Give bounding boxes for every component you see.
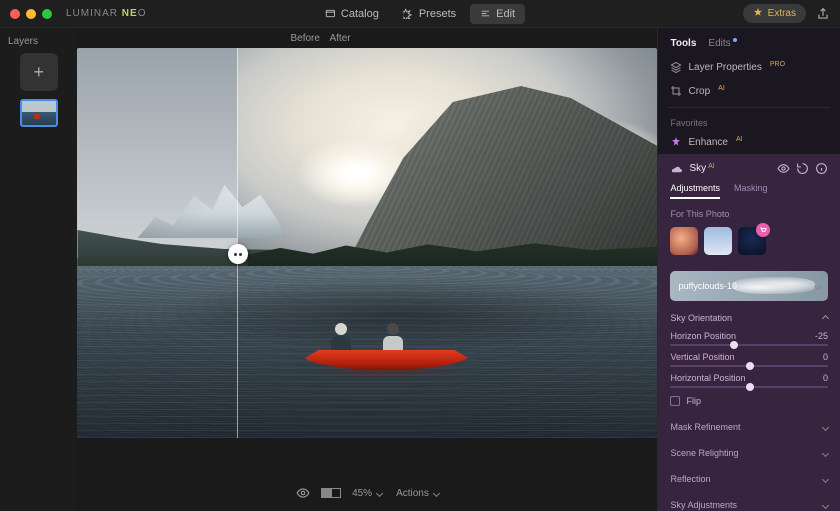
layers-title: Layers bbox=[8, 36, 38, 47]
chevron-down-icon bbox=[814, 282, 821, 289]
close-window-button[interactable] bbox=[10, 9, 20, 19]
compare-toggle-button[interactable] bbox=[324, 486, 338, 500]
subtab-adjustments[interactable]: Adjustments bbox=[670, 183, 720, 199]
slider-horizontal-position: Horizontal Position0 bbox=[658, 369, 840, 390]
ai-badge: AI bbox=[718, 85, 725, 92]
slider-horizon-position: Horizon Position-25 bbox=[658, 327, 840, 348]
subtab-masking[interactable]: Masking bbox=[734, 183, 768, 199]
zoom-dropdown[interactable]: 45% bbox=[352, 488, 382, 499]
chevron-down-icon bbox=[822, 475, 829, 482]
chevron-down-icon bbox=[822, 501, 829, 508]
image-canvas[interactable] bbox=[77, 48, 657, 438]
app-brand: LUMINAR NEO bbox=[66, 8, 146, 19]
top-nav: Catalog Presets Edit bbox=[315, 4, 525, 24]
nav-edit-label: Edit bbox=[496, 8, 515, 20]
layer-thumb-1[interactable] bbox=[20, 99, 58, 127]
edit-icon bbox=[480, 8, 491, 19]
canoe-graphic bbox=[301, 324, 471, 370]
chevron-down-icon bbox=[376, 489, 383, 496]
tab-edits[interactable]: Edits bbox=[708, 38, 736, 49]
slider-track[interactable] bbox=[670, 386, 828, 388]
actions-dropdown[interactable]: Actions bbox=[396, 488, 439, 499]
nav-edit[interactable]: Edit bbox=[470, 4, 525, 24]
layers-panel: Layers + bbox=[0, 28, 77, 511]
tab-tools[interactable]: Tools bbox=[670, 38, 696, 49]
maximize-window-button[interactable] bbox=[42, 9, 52, 19]
edits-indicator-dot bbox=[733, 38, 737, 42]
slider-track[interactable] bbox=[670, 365, 828, 367]
flip-checkbox[interactable] bbox=[670, 396, 680, 406]
panel-tabs: Tools Edits bbox=[658, 28, 840, 55]
crop-icon bbox=[670, 85, 682, 97]
titlebar: LUMINAR NEO Catalog Presets Edit Extras bbox=[0, 0, 840, 28]
tool-enhance[interactable]: EnhanceAI bbox=[658, 130, 840, 154]
extras-button[interactable]: Extras bbox=[743, 4, 806, 23]
flip-checkbox-row: Flip bbox=[658, 390, 840, 414]
after-label: After bbox=[329, 33, 350, 44]
nav-presets[interactable]: Presets bbox=[393, 4, 466, 24]
extras-label: Extras bbox=[768, 8, 796, 19]
tool-crop[interactable]: CropAI bbox=[658, 79, 840, 103]
minimize-window-button[interactable] bbox=[26, 9, 36, 19]
for-this-photo-label: For This Photo bbox=[658, 205, 840, 221]
sky-icon bbox=[670, 162, 683, 175]
section-sky-adjustments[interactable]: Sky Adjustments bbox=[658, 492, 840, 511]
nav-catalog-label: Catalog bbox=[341, 8, 379, 20]
section-mask-refinement[interactable]: Mask Refinement bbox=[658, 414, 840, 440]
chevron-up-icon bbox=[822, 314, 829, 321]
favorites-heading: Favorites bbox=[658, 112, 840, 130]
canvas-toolbar: 45% Actions bbox=[77, 475, 657, 511]
enhance-icon bbox=[670, 136, 682, 148]
pro-badge: PRO bbox=[770, 61, 785, 68]
sky-selection-dropdown[interactable]: puffyclouds-10 bbox=[670, 271, 828, 301]
sky-preset-2[interactable] bbox=[704, 227, 732, 255]
slider-track[interactable] bbox=[670, 344, 828, 346]
chevron-down-icon bbox=[433, 489, 440, 496]
sky-title: SkyAI bbox=[689, 163, 771, 174]
sky-preset-3[interactable] bbox=[738, 227, 766, 255]
ai-badge: AI bbox=[736, 136, 743, 143]
share-button[interactable] bbox=[816, 7, 830, 21]
section-scene-relighting[interactable]: Scene Relighting bbox=[658, 440, 840, 466]
extras-icon bbox=[753, 7, 763, 20]
chevron-down-icon bbox=[822, 423, 829, 430]
visibility-toggle-icon[interactable] bbox=[777, 162, 790, 175]
nav-presets-label: Presets bbox=[419, 8, 456, 20]
add-layer-button[interactable]: + bbox=[20, 53, 58, 91]
catalog-icon bbox=[325, 8, 336, 19]
cart-badge-icon bbox=[756, 223, 770, 237]
tools-panel: Tools Edits Layer PropertiesPRO CropAI F… bbox=[657, 28, 840, 511]
tool-sky-panel: SkyAI Adjustments Masking For This Photo… bbox=[658, 154, 840, 511]
chevron-down-icon bbox=[822, 449, 829, 456]
section-sky-orientation[interactable]: Sky Orientation bbox=[658, 305, 840, 327]
section-reflection[interactable]: Reflection bbox=[658, 466, 840, 492]
before-label: Before bbox=[290, 33, 319, 44]
quick-preview-button[interactable] bbox=[296, 486, 310, 500]
compare-divider[interactable] bbox=[237, 48, 238, 438]
canvas-area: Before After bbox=[77, 28, 657, 511]
window-controls bbox=[10, 9, 52, 19]
tool-layer-properties[interactable]: Layer PropertiesPRO bbox=[658, 55, 840, 79]
slider-vertical-position: Vertical Position0 bbox=[658, 348, 840, 369]
layers-icon bbox=[670, 61, 682, 73]
reset-icon[interactable] bbox=[796, 162, 809, 175]
nav-catalog[interactable]: Catalog bbox=[315, 4, 389, 24]
info-icon[interactable] bbox=[815, 162, 828, 175]
presets-icon bbox=[403, 8, 414, 19]
sky-preset-1[interactable] bbox=[670, 227, 698, 255]
